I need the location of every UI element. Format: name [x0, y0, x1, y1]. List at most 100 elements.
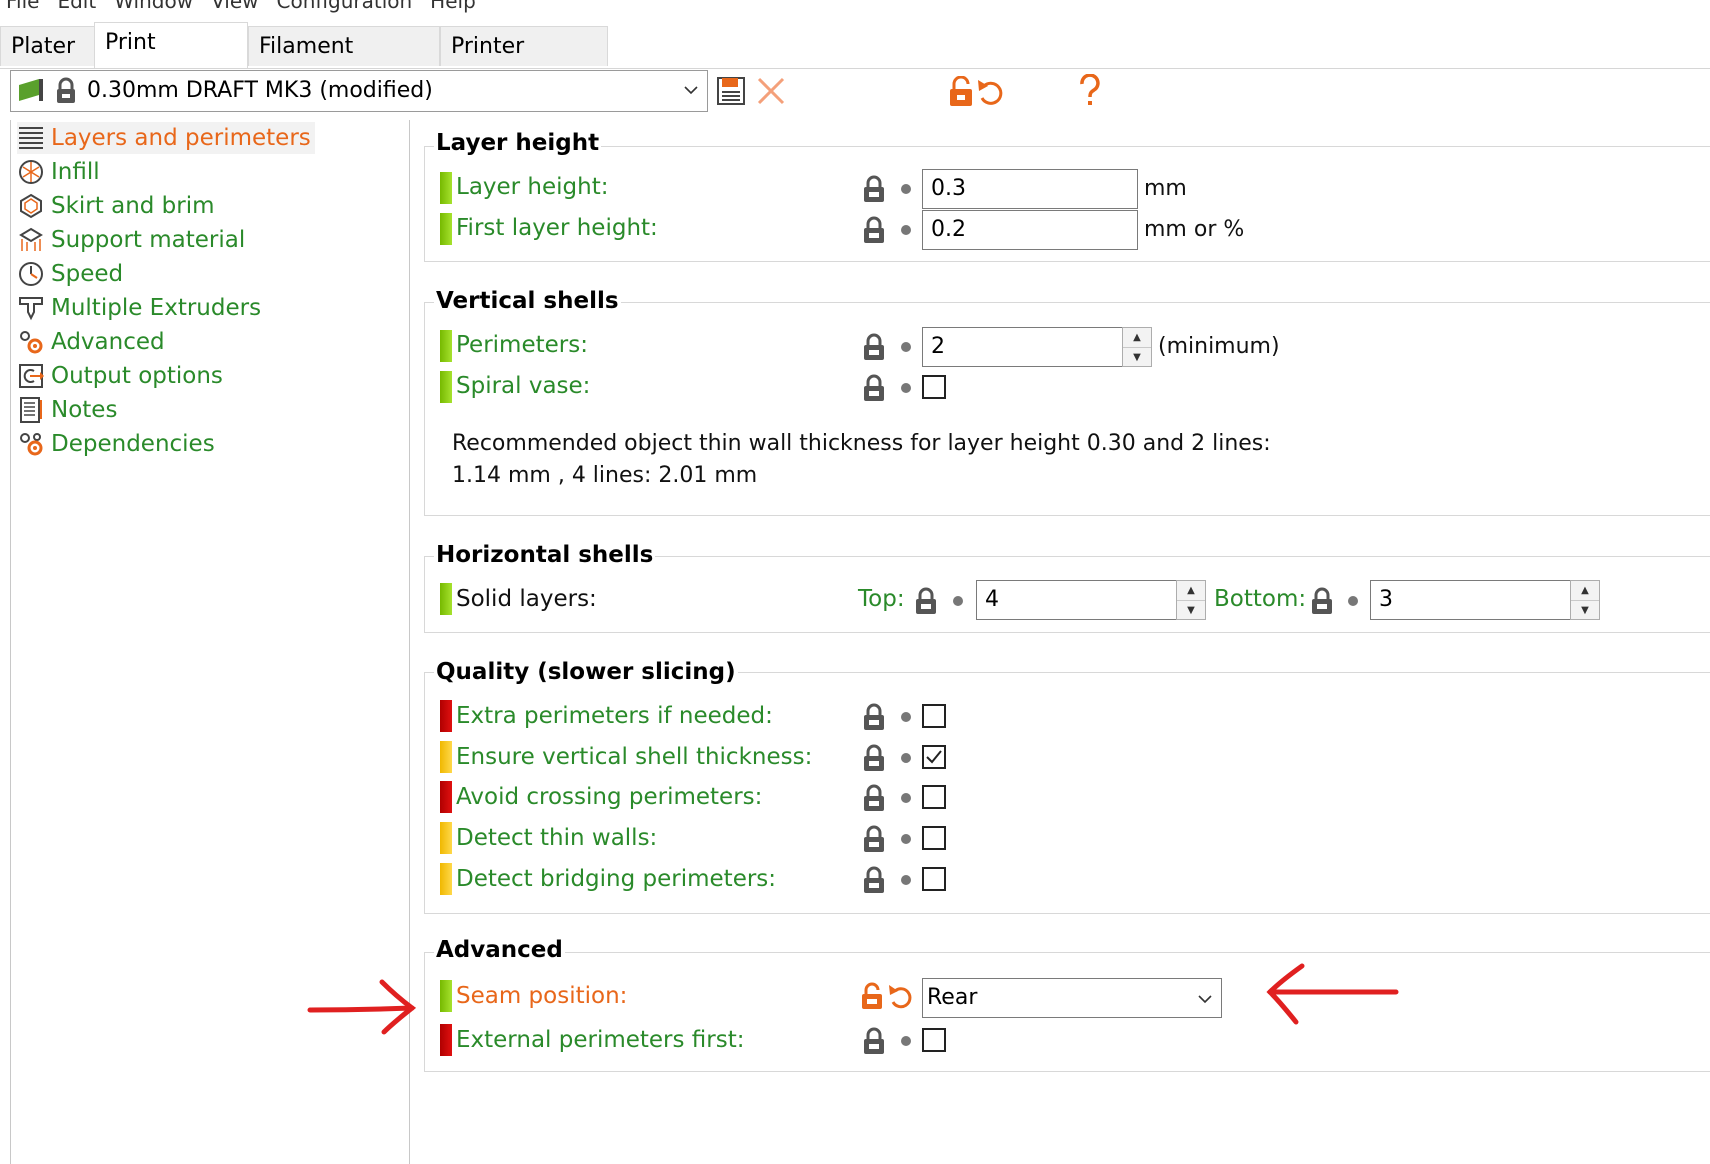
thin-wall-recommendation-line1: Recommended object thin wall thickness f… — [452, 431, 1271, 456]
preset-combo[interactable]: 0.30mm DRAFT MK3 (modified) — [10, 70, 708, 112]
tab-filament-settings[interactable]: Filament Settings — [248, 26, 440, 99]
tab-plater[interactable]: Plater — [0, 26, 96, 66]
ensure-vertical-shell-checkbox[interactable] — [922, 745, 946, 769]
unlock-undo-icon[interactable] — [948, 76, 1006, 108]
output-icon — [17, 362, 45, 390]
infill-icon — [17, 158, 45, 186]
mode-mark — [440, 980, 452, 1012]
chevron-down-icon — [1198, 995, 1212, 1004]
status-dot — [953, 596, 963, 606]
perimeters-unit: (minimum) — [1158, 334, 1280, 359]
seam-position-select[interactable]: Rear — [922, 978, 1222, 1018]
lock-icon[interactable] — [862, 824, 886, 854]
nav-label: Infill — [51, 159, 100, 185]
spin-down-icon[interactable]: ▼ — [1123, 348, 1151, 367]
layer-height-input[interactable]: 0.3 — [922, 169, 1138, 209]
external-perimeters-first-checkbox[interactable] — [922, 1028, 946, 1052]
menu-view[interactable]: View — [211, 0, 258, 16]
top-layers-input[interactable]: 4 — [976, 580, 1178, 620]
bottom-layers-input[interactable]: 3 — [1370, 580, 1572, 620]
spin-up-icon[interactable]: ▲ — [1571, 581, 1599, 601]
top-layers-spinner[interactable]: ▲ ▼ — [1176, 580, 1206, 620]
annotation-arrow-right — [307, 979, 417, 1035]
perimeters-label: Perimeters: — [456, 332, 588, 358]
menu-configuration[interactable]: Configuration — [277, 0, 413, 16]
nav-notes[interactable]: Notes — [17, 394, 117, 426]
tab-print-settings[interactable]: Print Settings — [94, 22, 248, 95]
preset-name: 0.30mm DRAFT MK3 (modified) — [87, 78, 433, 103]
mode-mark — [440, 172, 452, 204]
menu-window[interactable]: Window — [114, 0, 193, 16]
spiral-vase-label: Spiral vase: — [456, 373, 591, 399]
skirt-icon — [17, 192, 45, 220]
section-title-horizontal-shells: Horizontal shells — [434, 542, 656, 568]
nav-multiple-extruders[interactable]: Multiple Extruders — [17, 292, 261, 324]
section-title-layer-height: Layer height — [434, 130, 602, 156]
question-icon[interactable] — [1078, 74, 1102, 108]
avoid-crossing-checkbox[interactable] — [922, 785, 946, 809]
nav-skirt-and-brim[interactable]: Skirt and brim — [17, 190, 215, 222]
status-dot — [901, 225, 911, 235]
unlock-undo-icon[interactable] — [860, 981, 914, 1013]
perimeters-spinner[interactable]: ▲ ▼ — [1122, 327, 1152, 367]
lock-icon[interactable] — [862, 215, 886, 245]
nav-dependencies[interactable]: Dependencies — [17, 428, 215, 460]
detect-bridging-checkbox[interactable] — [922, 867, 946, 891]
nav-advanced[interactable]: Advanced — [17, 326, 165, 358]
status-dot — [901, 342, 911, 352]
first-layer-height-input[interactable]: 0.2 — [922, 210, 1138, 250]
nav-layers-and-perimeters[interactable]: Layers and perimeters — [17, 122, 315, 154]
lock-icon[interactable] — [914, 586, 938, 616]
nav-speed[interactable]: Speed — [17, 258, 123, 290]
first-layer-height-unit: mm or % — [1144, 217, 1245, 242]
menu-file[interactable]: File — [6, 0, 39, 16]
lock-icon — [57, 77, 75, 103]
bottom-layers-spinner[interactable]: ▲ ▼ — [1570, 580, 1600, 620]
layers-icon — [17, 124, 45, 152]
section-title-vertical-shells: Vertical shells — [434, 288, 621, 314]
spin-up-icon[interactable]: ▲ — [1123, 328, 1151, 348]
ensure-vertical-shell-label: Ensure vertical shell thickness: — [456, 744, 813, 770]
lock-icon[interactable] — [862, 865, 886, 895]
seam-position-value: Rear — [927, 985, 978, 1010]
status-dot — [901, 834, 911, 844]
lock-icon[interactable] — [862, 373, 886, 403]
nav-label: Dependencies — [51, 431, 215, 457]
solid-layers-label: Solid layers: — [456, 586, 597, 612]
support-icon — [17, 226, 45, 254]
status-dot — [901, 1036, 911, 1046]
lock-icon[interactable] — [862, 783, 886, 813]
nav-infill[interactable]: Infill — [17, 156, 100, 188]
status-dot — [901, 712, 911, 722]
spin-down-icon[interactable]: ▼ — [1571, 601, 1599, 620]
spin-up-icon[interactable]: ▲ — [1177, 581, 1205, 601]
mode-mark — [440, 863, 452, 895]
spin-down-icon[interactable]: ▼ — [1177, 601, 1205, 620]
lock-icon[interactable] — [862, 743, 886, 773]
lock-icon[interactable] — [862, 332, 886, 362]
chevron-down-icon — [684, 86, 698, 95]
detect-thin-walls-checkbox[interactable] — [922, 826, 946, 850]
nav-support-material[interactable]: Support material — [17, 224, 245, 256]
tab-printer-settings[interactable]: Printer Settings — [440, 26, 608, 99]
status-dot — [901, 875, 911, 885]
menu-help[interactable]: Help — [430, 0, 476, 16]
annotation-arrow-left — [1266, 963, 1399, 1025]
lock-icon[interactable] — [862, 1026, 886, 1056]
lock-icon[interactable] — [862, 174, 886, 204]
menu-edit[interactable]: Edit — [57, 0, 96, 16]
first-layer-height-label: First layer height: — [456, 215, 658, 241]
layer-height-label: Layer height: — [456, 174, 609, 200]
save-icon[interactable] — [716, 76, 746, 106]
nav-label: Skirt and brim — [51, 193, 215, 219]
spiral-vase-checkbox[interactable] — [922, 375, 946, 399]
perimeters-input[interactable]: 2 — [922, 327, 1124, 367]
dependencies-icon — [17, 430, 45, 458]
delete-x-icon[interactable] — [756, 76, 786, 106]
lock-icon[interactable] — [1310, 586, 1334, 616]
extra-perimeters-checkbox[interactable] — [922, 704, 946, 728]
lock-icon[interactable] — [862, 702, 886, 732]
section-title-quality: Quality (slower slicing) — [434, 659, 738, 685]
extra-perimeters-label: Extra perimeters if needed: — [456, 703, 773, 729]
nav-output-options[interactable]: Output options — [17, 360, 223, 392]
